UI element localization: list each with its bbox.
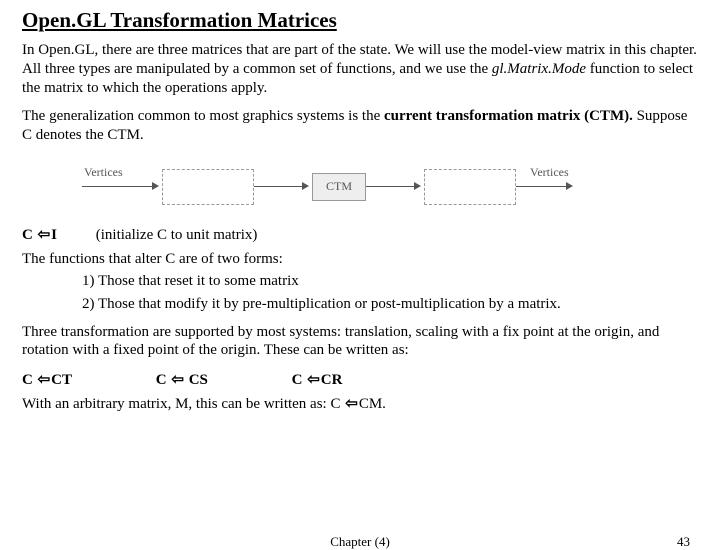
slide-page: Open.GL Transformation Matrices In Open.… — [0, 0, 720, 540]
equation-row-transforms: C ⇦CT C ⇦ CS C ⇦CR — [22, 370, 698, 389]
left-arrow-icon: ⇦ — [38, 225, 51, 244]
footer-chapter: Chapter (4) — [0, 534, 720, 550]
list-item: 1) Those that reset it to some matrix — [82, 273, 698, 290]
eq-init-expr: C ⇦I — [22, 225, 92, 244]
eq-init-i: I — [51, 227, 57, 243]
arrow-line-2 — [254, 186, 302, 187]
eq-ct-r: CT — [51, 372, 72, 388]
left-arrow-icon: ⇦ — [171, 370, 184, 389]
arrow-head-4-icon — [566, 182, 573, 190]
fn-name: gl.Matrix.Mode — [492, 61, 586, 77]
eq-cr: C ⇦CR — [292, 370, 343, 389]
arrow-line-4 — [516, 186, 566, 187]
forms-intro: The functions that alter C are of two fo… — [22, 250, 698, 269]
ctm-paragraph: The generalization common to most graphi… — [22, 107, 698, 145]
ctm-diagram: Vertices CTM Vertices — [62, 155, 582, 217]
list-item: 2) Those that modify it by pre-multiplic… — [82, 296, 698, 313]
arbitrary-matrix-paragraph: With an arbitrary matrix, M, this can be… — [22, 395, 698, 414]
label-vertices-out: Vertices — [530, 165, 569, 180]
left-arrow-icon: ⇦ — [345, 395, 358, 414]
eq-cs-l: C — [156, 372, 171, 388]
p5-part1: With an arbitrary matrix, M, this can be… — [22, 396, 344, 412]
label-vertices-in: Vertices — [84, 165, 123, 180]
equation-init: C ⇦I (initialize C to unit matrix) — [22, 225, 698, 244]
intro-paragraph: In Open.GL, there are three matrices tha… — [22, 41, 698, 97]
arrow-line-1 — [82, 186, 152, 187]
eq-cs-r: CS — [185, 372, 208, 388]
transforms-paragraph: Three transformation are supported by mo… — [22, 323, 698, 361]
eq-cs: C ⇦ CS — [156, 370, 208, 389]
forms-list: 1) Those that reset it to some matrix 2)… — [82, 273, 698, 313]
eq-ct: C ⇦CT — [22, 370, 72, 389]
ctm-box: CTM — [312, 173, 366, 201]
ctm-term: current transformation matrix (CTM). — [384, 108, 633, 124]
eq-cr-r: CR — [321, 372, 343, 388]
left-arrow-icon: ⇦ — [307, 370, 320, 389]
left-arrow-icon: ⇦ — [38, 370, 51, 389]
arrow-head-3-icon — [414, 182, 421, 190]
arrow-head-1-icon — [152, 182, 159, 190]
arrow-line-3 — [366, 186, 414, 187]
eq-ct-l: C — [22, 372, 37, 388]
arrow-head-2-icon — [302, 182, 309, 190]
eq-init-note: (initialize C to unit matrix) — [96, 227, 258, 243]
eq-init-c: C — [22, 227, 37, 243]
eq-cr-l: C — [292, 372, 307, 388]
ctm-part1: The generalization common to most graphi… — [22, 108, 384, 124]
page-title: Open.GL Transformation Matrices — [22, 8, 698, 33]
dashed-box-2 — [424, 169, 516, 205]
dashed-box-1 — [162, 169, 254, 205]
p5-part2: CM. — [359, 396, 386, 412]
footer-page-number: 43 — [677, 534, 690, 550]
